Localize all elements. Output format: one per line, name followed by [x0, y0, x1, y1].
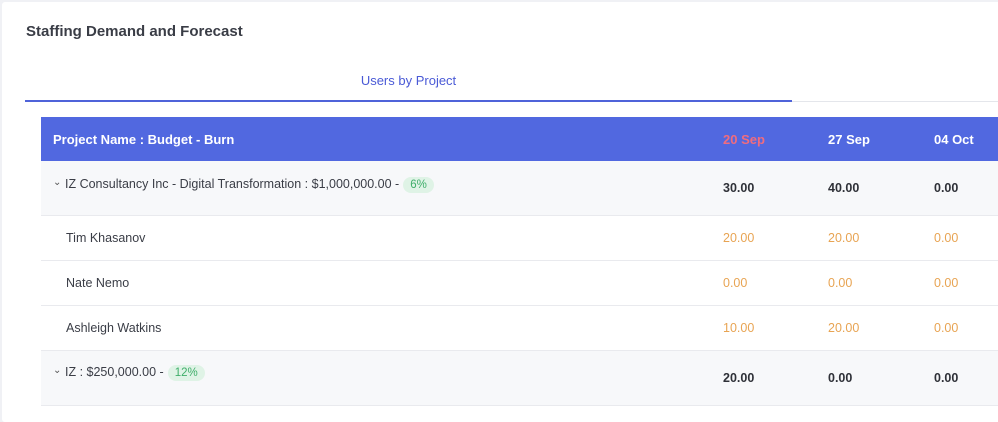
user-row[interactable]: Ashleigh Watkins 10.00 20.00 0.00	[41, 306, 998, 351]
project-total-week-1: 20.00	[723, 371, 755, 385]
project-total-week-3: 0.00	[934, 181, 959, 195]
user-value-week-3: 0.00	[934, 321, 959, 335]
user-name: Nate Nemo	[66, 276, 130, 290]
column-header-week-3[interactable]: 04 Oct	[934, 117, 974, 161]
project-total-week-2: 0.00	[828, 371, 853, 385]
tab-users-by-project[interactable]: Users by Project	[25, 64, 792, 102]
staffing-table: Project Name : Budget - Burn 20 Sep 27 S…	[41, 117, 998, 406]
user-value-week-2: 20.00	[828, 321, 860, 335]
chevron-down-icon[interactable]: ⌄	[53, 365, 63, 376]
user-value-week-1: 10.00	[723, 321, 755, 335]
user-name: Ashleigh Watkins	[66, 321, 162, 335]
column-header-project[interactable]: Project Name : Budget - Burn	[53, 117, 234, 161]
project-name-cell: ⌄ IZ : $250,000.00 - 12%	[53, 351, 205, 405]
burn-badge: 12%	[167, 365, 205, 381]
column-header-week-1[interactable]: 20 Sep	[723, 117, 765, 161]
project-name-cell: ⌄ IZ Consultancy Inc - Digital Transform…	[53, 161, 434, 215]
user-name: Tim Khasanov	[66, 231, 146, 245]
column-header-week-2[interactable]: 27 Sep	[828, 117, 870, 161]
user-value-week-2: 20.00	[828, 231, 860, 245]
tab-bar: Users by Project	[25, 64, 998, 102]
project-row[interactable]: ⌄ IZ Consultancy Inc - Digital Transform…	[41, 161, 998, 216]
user-value-week-2: 0.00	[828, 276, 853, 290]
user-value-week-3: 0.00	[934, 231, 959, 245]
user-row[interactable]: Nate Nemo 0.00 0.00 0.00	[41, 261, 998, 306]
staffing-card: Staffing Demand and Forecast Users by Pr…	[2, 2, 998, 422]
project-total-week-1: 30.00	[723, 181, 755, 195]
user-row[interactable]: Tim Khasanov 20.00 20.00 0.00	[41, 216, 998, 261]
user-value-week-3: 0.00	[934, 276, 959, 290]
user-value-week-1: 0.00	[723, 276, 748, 290]
project-label: IZ : $250,000.00 -	[65, 365, 164, 379]
user-value-week-1: 20.00	[723, 231, 755, 245]
project-total-week-3: 0.00	[934, 371, 959, 385]
chevron-down-icon[interactable]: ⌄	[53, 177, 63, 188]
project-row[interactable]: ⌄ IZ : $250,000.00 - 12% 20.00 0.00 0.00	[41, 351, 998, 406]
table-header: Project Name : Budget - Burn 20 Sep 27 S…	[41, 117, 998, 161]
card-title: Staffing Demand and Forecast	[26, 23, 243, 40]
project-total-week-2: 40.00	[828, 181, 860, 195]
project-label: IZ Consultancy Inc - Digital Transformat…	[65, 177, 400, 191]
burn-badge: 6%	[403, 177, 434, 193]
